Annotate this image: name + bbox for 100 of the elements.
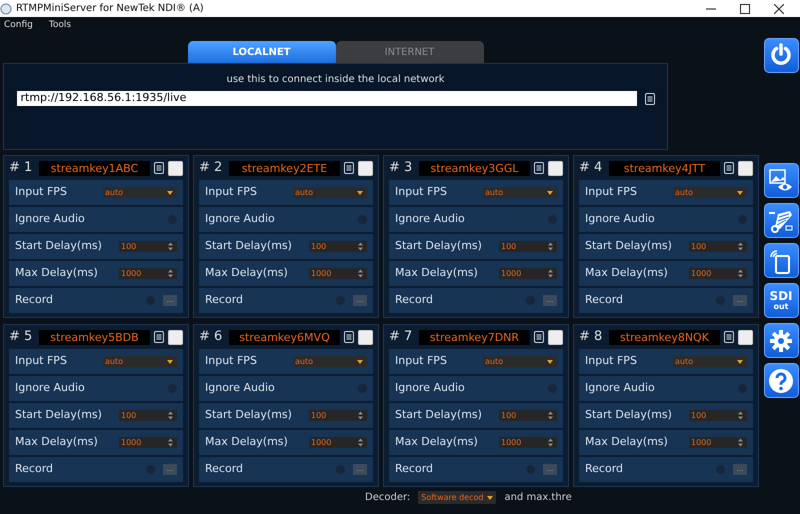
copy-icon[interactable]	[724, 331, 734, 343]
delay-spinner[interactable]: 1000	[119, 437, 177, 448]
setting-label: Record	[205, 292, 244, 308]
fps-dropdown[interactable]: auto	[103, 187, 177, 198]
enable-checkbox[interactable]	[358, 330, 373, 344]
side-button[interactable]	[764, 363, 798, 398]
delay-spinner[interactable]: 100	[499, 410, 557, 421]
spin-arrows-icon	[738, 411, 743, 420]
tab[interactable]: INTERNET	[336, 41, 484, 63]
stream-number: # 7	[389, 328, 414, 346]
copy-icon[interactable]	[534, 162, 544, 174]
record-toggle[interactable]	[146, 465, 155, 474]
delay-spinner[interactable]: 100	[689, 241, 747, 252]
enable-checkbox[interactable]	[738, 330, 753, 344]
ignore-audio-toggle[interactable]	[168, 215, 177, 224]
stream-key-field[interactable]: streamkey2ETE	[228, 160, 340, 176]
delay-spinner[interactable]: 1000	[689, 437, 747, 448]
delay-spinner[interactable]: 1000	[119, 268, 177, 279]
fps-dropdown[interactable]: auto	[293, 187, 367, 198]
fps-dropdown[interactable]: auto	[483, 187, 557, 198]
delay-spinner[interactable]: 100	[309, 410, 367, 421]
setting-label: Ignore Audio	[15, 211, 85, 228]
delay-spinner[interactable]: 100	[689, 410, 747, 421]
setting-label: Start Delay(ms)	[585, 238, 672, 254]
side-button[interactable]	[764, 323, 798, 358]
record-toggle[interactable]	[336, 296, 345, 305]
setting-label: Max Delay(ms)	[585, 434, 668, 450]
ignore-audio-toggle[interactable]	[548, 384, 557, 393]
url-field[interactable]: rtmp://192.168.56.1:1935/live	[16, 91, 636, 106]
stream-key-field[interactable]: streamkey7DNR	[418, 330, 530, 344]
delay-spinner[interactable]: 1000	[499, 268, 557, 279]
delay-spinner[interactable]: 100	[499, 241, 557, 252]
stream-key-field[interactable]: streamkey8NQK	[608, 330, 720, 344]
fps-dropdown[interactable]: auto	[673, 187, 747, 198]
spin-arrows-icon	[548, 269, 553, 278]
side-button[interactable]	[764, 38, 798, 73]
copy-icon[interactable]	[154, 331, 164, 343]
ignore-audio-toggle[interactable]	[548, 215, 557, 224]
copy-icon[interactable]	[534, 331, 544, 343]
ignore-audio-toggle[interactable]	[358, 384, 367, 393]
side-button[interactable]	[764, 163, 798, 198]
setting-label: Max Delay(ms)	[205, 434, 288, 450]
menu-item[interactable]: Config	[4, 19, 33, 33]
caret-icon	[737, 360, 743, 364]
enable-checkbox[interactable]	[738, 160, 753, 176]
copy-icon[interactable]	[154, 162, 164, 174]
copy-icon[interactable]	[344, 162, 354, 174]
record-toggle[interactable]	[716, 296, 725, 305]
setting-label: Max Delay(ms)	[395, 265, 478, 282]
fps-dropdown[interactable]: auto	[673, 356, 747, 367]
delay-spinner[interactable]: 100	[119, 241, 177, 252]
spin-arrows-icon	[738, 438, 743, 447]
stream-key-field[interactable]: streamkey3GGL	[418, 160, 530, 176]
stream-number: # 8	[579, 328, 604, 346]
enable-checkbox[interactable]	[548, 330, 563, 344]
enable-checkbox[interactable]	[168, 160, 183, 176]
fps-dropdown[interactable]: auto	[483, 356, 557, 367]
setting-label: Start Delay(ms)	[395, 407, 482, 424]
caret-icon	[547, 360, 553, 364]
decoder-dropdown[interactable]: Software decod	[418, 491, 496, 504]
maximize-icon[interactable]	[740, 4, 750, 14]
stream-key-field[interactable]: streamkey1ABC	[38, 160, 150, 176]
setting-label: Max Delay(ms)	[15, 265, 98, 282]
menu-item[interactable]: Tools	[48, 19, 72, 33]
fps-dropdown[interactable]: auto	[293, 356, 367, 367]
record-toggle[interactable]	[336, 465, 345, 474]
enable-checkbox[interactable]	[358, 160, 373, 176]
delay-spinner[interactable]: 100	[119, 410, 177, 421]
sdi-out-button[interactable]: SDI out	[764, 283, 798, 318]
record-toggle[interactable]	[526, 465, 535, 474]
ignore-audio-toggle[interactable]	[738, 384, 747, 393]
side-button[interactable]	[764, 203, 798, 238]
stream-number: # 2	[199, 159, 224, 178]
stream-key-field[interactable]: streamkey6MVQ	[228, 330, 340, 344]
record-toggle[interactable]	[716, 465, 725, 474]
tab[interactable]: LOCALNET	[188, 41, 336, 63]
delay-spinner[interactable]: 100	[309, 241, 367, 252]
copy-icon[interactable]	[724, 162, 734, 174]
copy-icon[interactable]	[344, 331, 354, 343]
setting-label: Ignore Audio	[395, 380, 465, 396]
enable-checkbox[interactable]	[548, 160, 563, 176]
delay-spinner[interactable]: 1000	[309, 437, 367, 448]
stream-key-field[interactable]: streamkey4JTT	[608, 160, 720, 176]
spin-arrows-icon	[358, 438, 363, 447]
ignore-audio-toggle[interactable]	[358, 215, 367, 224]
spin-arrows-icon	[358, 411, 363, 420]
close-icon[interactable]	[774, 4, 784, 14]
delay-spinner[interactable]: 1000	[309, 268, 367, 279]
ignore-audio-toggle[interactable]	[738, 215, 747, 224]
caret-icon	[167, 190, 173, 194]
ignore-audio-toggle[interactable]	[168, 384, 177, 393]
delay-spinner[interactable]: 1000	[689, 268, 747, 279]
stream-key-field[interactable]: streamkey5BDB	[38, 330, 150, 344]
record-toggle[interactable]	[146, 296, 155, 305]
record-toggle[interactable]	[526, 296, 535, 305]
fps-dropdown[interactable]: auto	[103, 356, 177, 367]
enable-checkbox[interactable]	[168, 330, 183, 344]
side-button[interactable]	[764, 243, 798, 278]
delay-spinner[interactable]: 1000	[499, 437, 557, 448]
copy-icon[interactable]	[644, 92, 654, 104]
